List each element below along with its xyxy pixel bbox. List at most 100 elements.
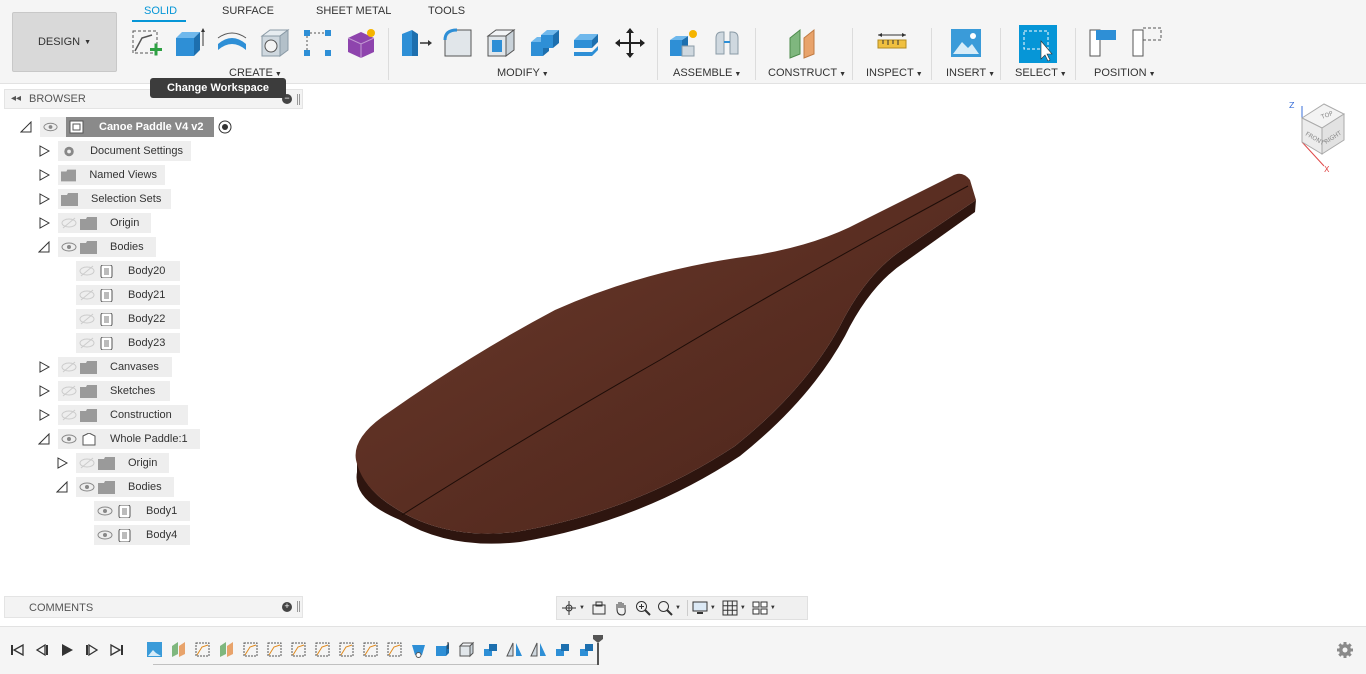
collapsed-triangle-icon[interactable] [38,145,50,157]
insert-menu[interactable]: INSERT ▼ [946,67,995,79]
expanded-triangle-icon[interactable] [38,241,50,253]
capture-position-icon[interactable] [1086,26,1120,60]
collapsed-triangle-icon[interactable] [56,457,68,469]
step-back-icon[interactable] [34,642,50,658]
tree-node[interactable]: Origin [76,453,169,473]
collapsed-triangle-icon[interactable] [38,361,50,373]
viewcube[interactable]: TOP FRONT RIGHT Z X [1284,98,1348,172]
workspace-switcher-button[interactable]: DESIGN ▼ [12,12,117,72]
collapsed-triangle-icon[interactable] [38,409,50,421]
canvas-feature-icon[interactable] [146,641,163,658]
extrude-feature-icon[interactable] [434,641,451,658]
timeline-track[interactable] [153,664,598,665]
zoom-button[interactable] [635,598,651,618]
orbit-button[interactable]: ▼ [561,598,585,618]
tree-node[interactable]: Body23 [76,333,180,353]
combine-icon[interactable] [527,26,561,60]
expanded-triangle-icon[interactable] [56,481,68,493]
timeline-marker-icon[interactable] [593,635,603,665]
grid-settings-button[interactable]: ▼ [722,598,746,618]
expanded-triangle-icon[interactable] [20,121,32,133]
sketch-feature-icon[interactable] [314,641,331,658]
visibility-eye-icon[interactable] [61,241,77,253]
visibility-eye-icon[interactable] [79,481,95,493]
mirror-feature-icon[interactable] [530,641,547,658]
visibility-eye-icon[interactable] [97,529,113,541]
hidden-eye-icon[interactable] [61,385,77,397]
plane-feature-icon[interactable] [218,641,235,658]
collapsed-triangle-icon[interactable] [38,385,50,397]
collapsed-triangle-icon[interactable] [38,169,50,181]
offset-plane-icon[interactable] [786,26,820,60]
play-icon[interactable] [59,642,75,658]
tree-node[interactable]: Body22 [76,309,180,329]
hidden-eye-icon[interactable] [79,337,95,349]
visibility-eye-icon[interactable] [97,505,113,517]
joint-icon[interactable] [710,26,744,60]
select-icon[interactable] [1019,25,1057,63]
activate-radio-icon[interactable] [218,120,232,134]
tab-solid[interactable]: SOLID [144,5,177,17]
tree-node[interactable]: Selection Sets [58,189,171,209]
panel-grip-icon[interactable] [297,94,300,105]
shell-icon[interactable] [484,26,518,60]
select-menu[interactable]: SELECT ▼ [1015,67,1067,79]
tree-node[interactable]: Body21 [76,285,180,305]
tree-node[interactable]: Body4 [94,525,190,545]
tree-node[interactable]: Bodies [58,237,156,257]
tree-node[interactable]: Named Views [58,165,165,185]
root-component[interactable]: Canoe Paddle V4 v2 [66,117,214,137]
pan-button[interactable] [613,598,629,618]
tree-node[interactable]: Sketches [58,381,170,401]
go-to-start-icon[interactable] [9,642,25,658]
step-forward-icon[interactable] [84,642,100,658]
extrude-icon[interactable] [172,26,206,60]
display-settings-button[interactable]: ▼ [692,598,716,618]
sketch-feature-icon[interactable] [386,641,403,658]
mirror-feature-icon[interactable] [506,641,523,658]
pattern-icon[interactable] [301,26,335,60]
collapsed-triangle-icon[interactable] [38,193,50,205]
hidden-eye-icon[interactable] [79,457,95,469]
visibility-eye-icon[interactable] [43,121,58,133]
construct-menu[interactable]: CONSTRUCT ▼ [768,67,846,79]
tree-node[interactable]: Origin [58,213,151,233]
hidden-eye-icon[interactable] [79,265,95,277]
inspect-menu[interactable]: INSPECT ▼ [866,67,923,79]
revert-position-icon[interactable] [1129,26,1163,60]
sketch-feature-icon[interactable] [338,641,355,658]
panel-grip-icon[interactable] [297,601,300,612]
fillet-icon[interactable] [441,26,475,60]
loft-feature-icon[interactable] [410,641,427,658]
canoe-paddle-model[interactable] [340,160,990,570]
tab-surface[interactable]: SURFACE [222,5,274,17]
box-feature-icon[interactable] [458,641,475,658]
sketch-feature-icon[interactable] [266,641,283,658]
tab-sheet-metal[interactable]: SHEET METAL [316,5,391,17]
move-icon[interactable] [613,26,647,60]
tab-tools[interactable]: TOOLS [428,5,465,17]
position-menu[interactable]: POSITION ▼ [1094,67,1156,79]
timeline-settings-gear-icon[interactable] [1336,641,1354,659]
go-to-end-icon[interactable] [109,642,125,658]
sketch-feature-icon[interactable] [362,641,379,658]
insert-canvas-icon[interactable] [949,26,983,60]
offset-face-icon[interactable] [570,26,604,60]
hidden-eye-icon[interactable] [79,289,95,301]
visibility-eye-icon[interactable] [61,433,77,445]
revolve-icon[interactable] [215,26,249,60]
viewports-button[interactable]: ▼ [752,598,776,618]
tree-node[interactable]: Body1 [94,501,190,521]
plane-feature-icon[interactable] [170,641,187,658]
fit-button[interactable]: ▼ [657,598,681,618]
hole-icon[interactable] [258,26,292,60]
hidden-eye-icon[interactable] [61,217,77,229]
add-comment-icon[interactable]: + [282,602,292,612]
expanded-triangle-icon[interactable] [38,433,50,445]
create-sketch-icon[interactable] [130,26,164,60]
look-at-button[interactable] [591,598,607,618]
hidden-eye-icon[interactable] [79,313,95,325]
tree-node[interactable]: Document Settings [58,141,191,161]
comments-panel-header[interactable]: COMMENTS + [4,596,303,618]
tree-node[interactable]: Bodies [76,477,174,497]
